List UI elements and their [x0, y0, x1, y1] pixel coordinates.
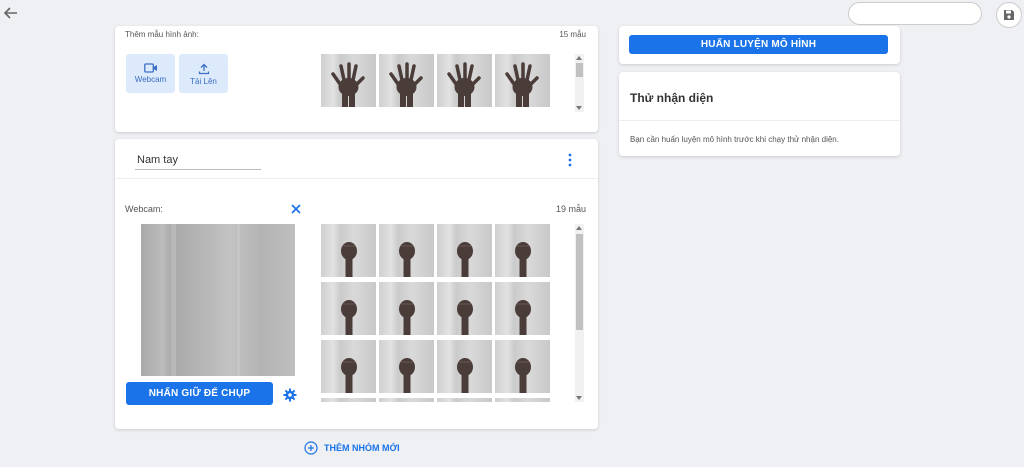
class-card-1: Thêm mẫu hình ảnh: 15 mẫu Webcam Tải Lên [115, 26, 598, 132]
sample-thumbnail[interactable] [495, 54, 550, 107]
upload-icon [198, 63, 209, 75]
close-webcam-button[interactable] [290, 202, 304, 216]
sample-thumbnail[interactable] [321, 224, 376, 277]
upload-tile[interactable]: Tải Lên [179, 54, 228, 93]
plus-circle-icon [304, 441, 318, 455]
webcam-tile-label: Webcam [134, 75, 167, 84]
sample-thumbnail[interactable] [495, 398, 550, 402]
sample-thumbnail[interactable] [495, 282, 550, 335]
video-camera-icon [143, 63, 157, 73]
sample-thumbnail[interactable] [321, 282, 376, 335]
sample-count: 15 mẫu [559, 30, 586, 39]
preview-title: Thử nhận diện [630, 91, 714, 105]
close-icon [291, 204, 301, 214]
preview-card: Thử nhận diện Bạn cần huấn luyện mô hình… [619, 72, 900, 156]
floppy-disk-icon [1004, 10, 1014, 20]
sample-thumbnail[interactable] [321, 398, 376, 402]
sample-thumbnail[interactable] [321, 340, 376, 393]
card-divider [619, 120, 900, 121]
sample-thumbnail[interactable] [495, 224, 550, 277]
sample-thumbnail[interactable] [437, 224, 492, 277]
search-input[interactable] [848, 2, 982, 25]
sample-thumbnail[interactable] [379, 224, 434, 277]
hold-to-capture-button[interactable]: NHẤN GIỮ ĐỂ CHỤP [126, 382, 273, 405]
sample-thumbnail[interactable] [495, 340, 550, 393]
sample-count: 19 mẫu [555, 204, 586, 214]
sample-thumbnail[interactable] [379, 54, 434, 107]
add-group-button[interactable]: THÊM NHÓM MỚI [304, 440, 400, 456]
sample-thumbnail[interactable] [437, 398, 492, 402]
more-options-button[interactable] [567, 153, 577, 167]
sample-thumbnail[interactable] [437, 282, 492, 335]
webcam-label: Webcam: [125, 204, 163, 214]
preview-message: Bạn cần huấn luyện mô hình trước khi chạ… [630, 135, 839, 144]
sample-thumbnail[interactable] [437, 54, 492, 107]
sample-thumbnail[interactable] [379, 282, 434, 335]
camera-settings-button[interactable] [283, 388, 297, 402]
train-model-button[interactable]: HUẤN LUYỆN MÔ HÌNH [629, 35, 888, 54]
vertical-dots-icon [568, 153, 572, 167]
sample-thumbnail[interactable] [437, 340, 492, 393]
add-samples-label: Thêm mẫu hình ảnh: [125, 30, 199, 39]
class-name-input[interactable] [135, 150, 261, 170]
webcam-tile[interactable]: Webcam [126, 54, 175, 93]
sample-thumbnail[interactable] [321, 54, 376, 107]
sample-thumbnail[interactable] [379, 340, 434, 393]
sample-thumbnails [321, 54, 553, 109]
train-card: HUẤN LUYỆN MÔ HÌNH [619, 26, 900, 64]
sample-thumbnails [321, 224, 553, 402]
add-group-label: THÊM NHÓM MỚI [324, 443, 400, 453]
card-divider [115, 178, 598, 179]
upload-tile-label: Tải Lên [190, 77, 217, 86]
thumbnails-scrollbar[interactable] [575, 224, 584, 402]
webcam-preview [141, 224, 295, 376]
thumbnails-scrollbar[interactable] [575, 54, 584, 112]
back-button[interactable] [2, 4, 22, 24]
gear-icon [283, 388, 297, 402]
class-card-2: Webcam: 19 mẫu NHẤN GIỮ ĐỂ CHỤP [115, 139, 598, 429]
sample-thumbnail[interactable] [379, 398, 434, 402]
arrow-left-icon [3, 7, 17, 19]
save-button[interactable] [996, 2, 1022, 28]
